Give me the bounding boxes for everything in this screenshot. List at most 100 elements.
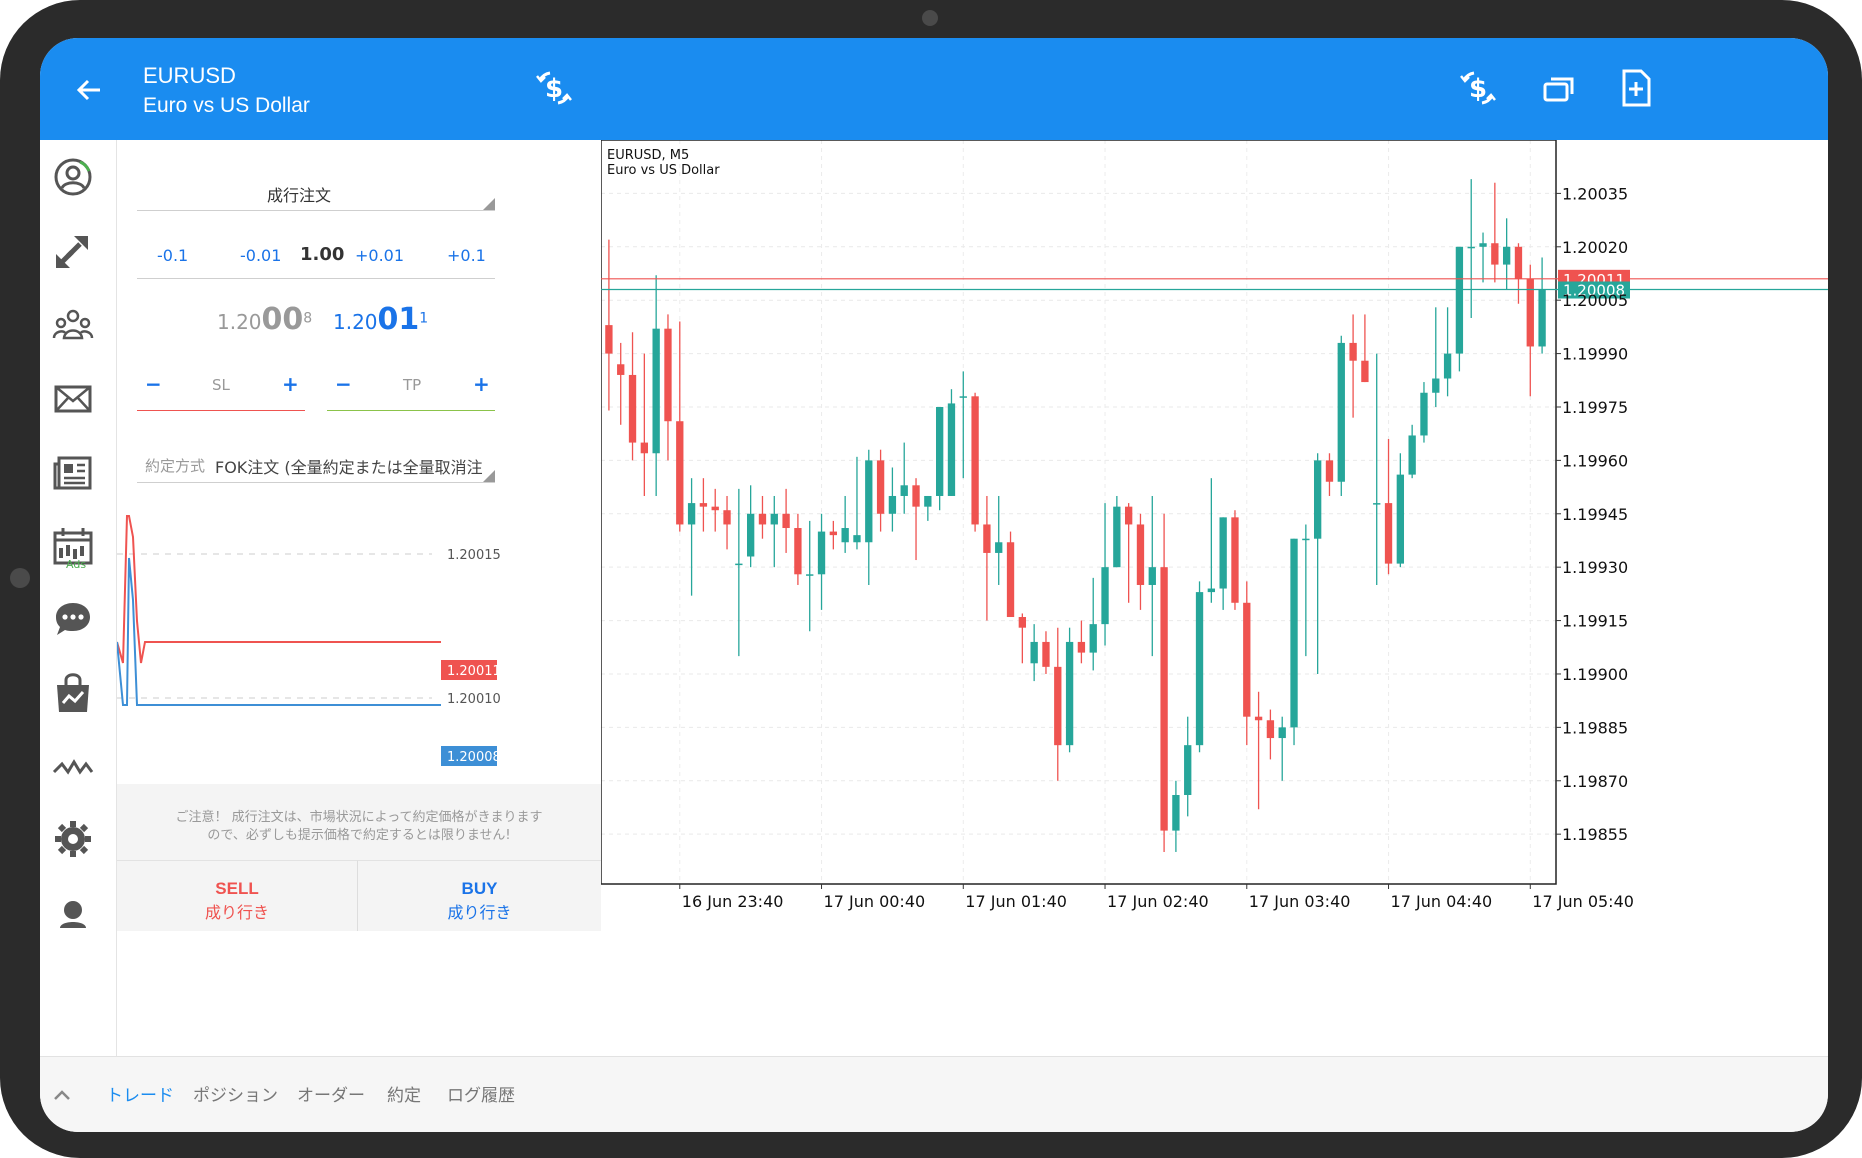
volume-minus-01[interactable]: -0.1 — [157, 246, 188, 265]
candle-body — [711, 506, 719, 511]
candle-body — [1313, 460, 1322, 539]
price-chart[interactable]: EURUSD, M5 Euro vs US Dollar 1.200111.20… — [601, 140, 1828, 1070]
candle-body — [971, 396, 979, 525]
chevron-up-icon[interactable] — [52, 1085, 72, 1105]
tp-minus-button[interactable]: − — [335, 372, 352, 396]
community-icon[interactable] — [50, 302, 96, 348]
volume-plus-001[interactable]: +0.01 — [355, 246, 404, 265]
candle-body — [876, 460, 885, 514]
arrow-left-icon[interactable] — [70, 70, 110, 110]
volume-minus-001[interactable]: -0.01 — [240, 246, 281, 265]
candle-body — [1113, 506, 1121, 568]
candle-body — [1302, 538, 1310, 541]
mail-icon[interactable] — [50, 376, 96, 422]
dollar-exchange-icon[interactable]: $ — [1456, 66, 1500, 110]
candle-body — [1231, 517, 1239, 603]
candle-body — [770, 513, 778, 525]
settings-icon[interactable] — [50, 816, 96, 862]
tab-deals[interactable]: 約定 — [387, 1081, 421, 1106]
document-add-icon[interactable] — [1614, 66, 1658, 110]
trade-icon[interactable] — [50, 228, 96, 274]
candle-body — [1124, 506, 1133, 525]
support-icon[interactable] — [50, 888, 96, 934]
candle-body — [1420, 392, 1428, 436]
dollar-exchange-icon[interactable]: $ — [532, 66, 576, 110]
candle-body — [912, 485, 920, 507]
candle-body — [1184, 745, 1192, 796]
svg-text:$: $ — [1469, 74, 1487, 104]
candle-body — [723, 510, 731, 525]
price-tick-label: 1.19975 — [1562, 398, 1628, 417]
candle-body — [699, 503, 708, 507]
tp-field[interactable]: TP — [403, 376, 421, 394]
tick-ask-label: 1.20011 — [447, 664, 501, 679]
candle-body — [664, 328, 672, 422]
time-tick-label: 17 Jun 04:40 — [1391, 892, 1493, 911]
candle-body — [1254, 716, 1263, 721]
candle-body — [947, 403, 956, 496]
sl-field[interactable]: SL — [212, 376, 230, 394]
sl-minus-button[interactable]: − — [145, 372, 162, 396]
windows-icon[interactable] — [1537, 68, 1581, 112]
order-type-label[interactable]: 成行注文 — [267, 182, 331, 206]
tp-plus-button[interactable]: + — [473, 372, 490, 396]
volume-value[interactable]: 1.00 — [300, 244, 344, 265]
candle-body — [1136, 524, 1145, 585]
price-tick-label: 1.19885 — [1562, 718, 1628, 737]
candle-body — [1148, 567, 1156, 585]
filling-value[interactable]: FOK注文 (全量約定または全量取消注... — [215, 454, 483, 478]
sl-plus-button[interactable]: + — [282, 372, 299, 396]
order-panel: 成行注文 -0.1 -0.01 1.00 +0.01 +0.1 1.20008 … — [117, 140, 602, 1070]
candle-body — [841, 528, 849, 543]
price-tick-label: 1.19960 — [1562, 451, 1628, 470]
candle-body — [758, 513, 767, 525]
candle-body — [1337, 342, 1345, 482]
filling-label: 約定方式 — [145, 457, 206, 475]
candle-body — [865, 460, 873, 543]
candle-body — [1101, 567, 1109, 625]
candle-body — [1349, 342, 1357, 361]
app-screen: EURUSD Euro vs US Dollar $ $ Ads 成行注文 -0… — [40, 38, 1828, 1132]
news-icon[interactable] — [50, 450, 96, 496]
time-tick-label: 17 Jun 00:40 — [824, 892, 926, 911]
market-icon[interactable] — [50, 670, 96, 716]
candle-body — [888, 495, 897, 514]
tp-underline — [327, 410, 495, 411]
candle-body — [1290, 538, 1298, 728]
candle-body — [1432, 378, 1440, 393]
time-tick-label: 16 Jun 23:40 — [682, 892, 784, 911]
bid-price: 1.20008 — [217, 302, 313, 337]
time-tick-label: 17 Jun 02:40 — [1107, 892, 1209, 911]
price-tick-label: 1.19855 — [1562, 825, 1628, 844]
time-tick-label: 17 Jun 01:40 — [965, 892, 1067, 911]
tab-trade[interactable]: トレード — [106, 1081, 174, 1106]
chat-icon[interactable] — [50, 596, 96, 642]
candle-body — [1538, 289, 1546, 347]
candle-body — [1361, 360, 1369, 383]
account-icon[interactable] — [50, 154, 96, 200]
candle-body — [640, 442, 649, 454]
tab-orders[interactable]: オーダー — [297, 1081, 365, 1106]
candle-body — [983, 524, 991, 553]
buy-button[interactable]: BUY 成り行き — [358, 860, 601, 931]
candle-body — [605, 325, 613, 354]
candle-body — [1006, 542, 1015, 618]
candle-body — [1054, 666, 1062, 746]
signals-icon[interactable] — [50, 744, 96, 790]
symbol-description: Euro vs US Dollar — [143, 94, 310, 117]
time-tick-label: 17 Jun 03:40 — [1249, 892, 1351, 911]
warning-line-2: ので、必ずしも提示価格で約定するとは限りません! — [207, 828, 511, 843]
order-type-underline — [137, 210, 495, 211]
sell-button[interactable]: SELL 成り行き — [117, 860, 358, 931]
price-tick-label: 1.19900 — [1562, 665, 1628, 684]
tab-journal[interactable]: ログ履歴 — [447, 1081, 515, 1106]
candle-body — [900, 485, 908, 496]
tick-level-label: 1.20015 — [447, 548, 501, 563]
tick-lines — [117, 515, 441, 706]
tick-series-line — [117, 515, 441, 664]
volume-plus-01[interactable]: +0.1 — [447, 246, 486, 265]
tab-positions[interactable]: ポジション — [193, 1081, 278, 1106]
buy-sub-label: 成り行き — [447, 903, 512, 922]
dropdown-corner-icon — [483, 198, 495, 210]
candle-body — [628, 374, 637, 443]
